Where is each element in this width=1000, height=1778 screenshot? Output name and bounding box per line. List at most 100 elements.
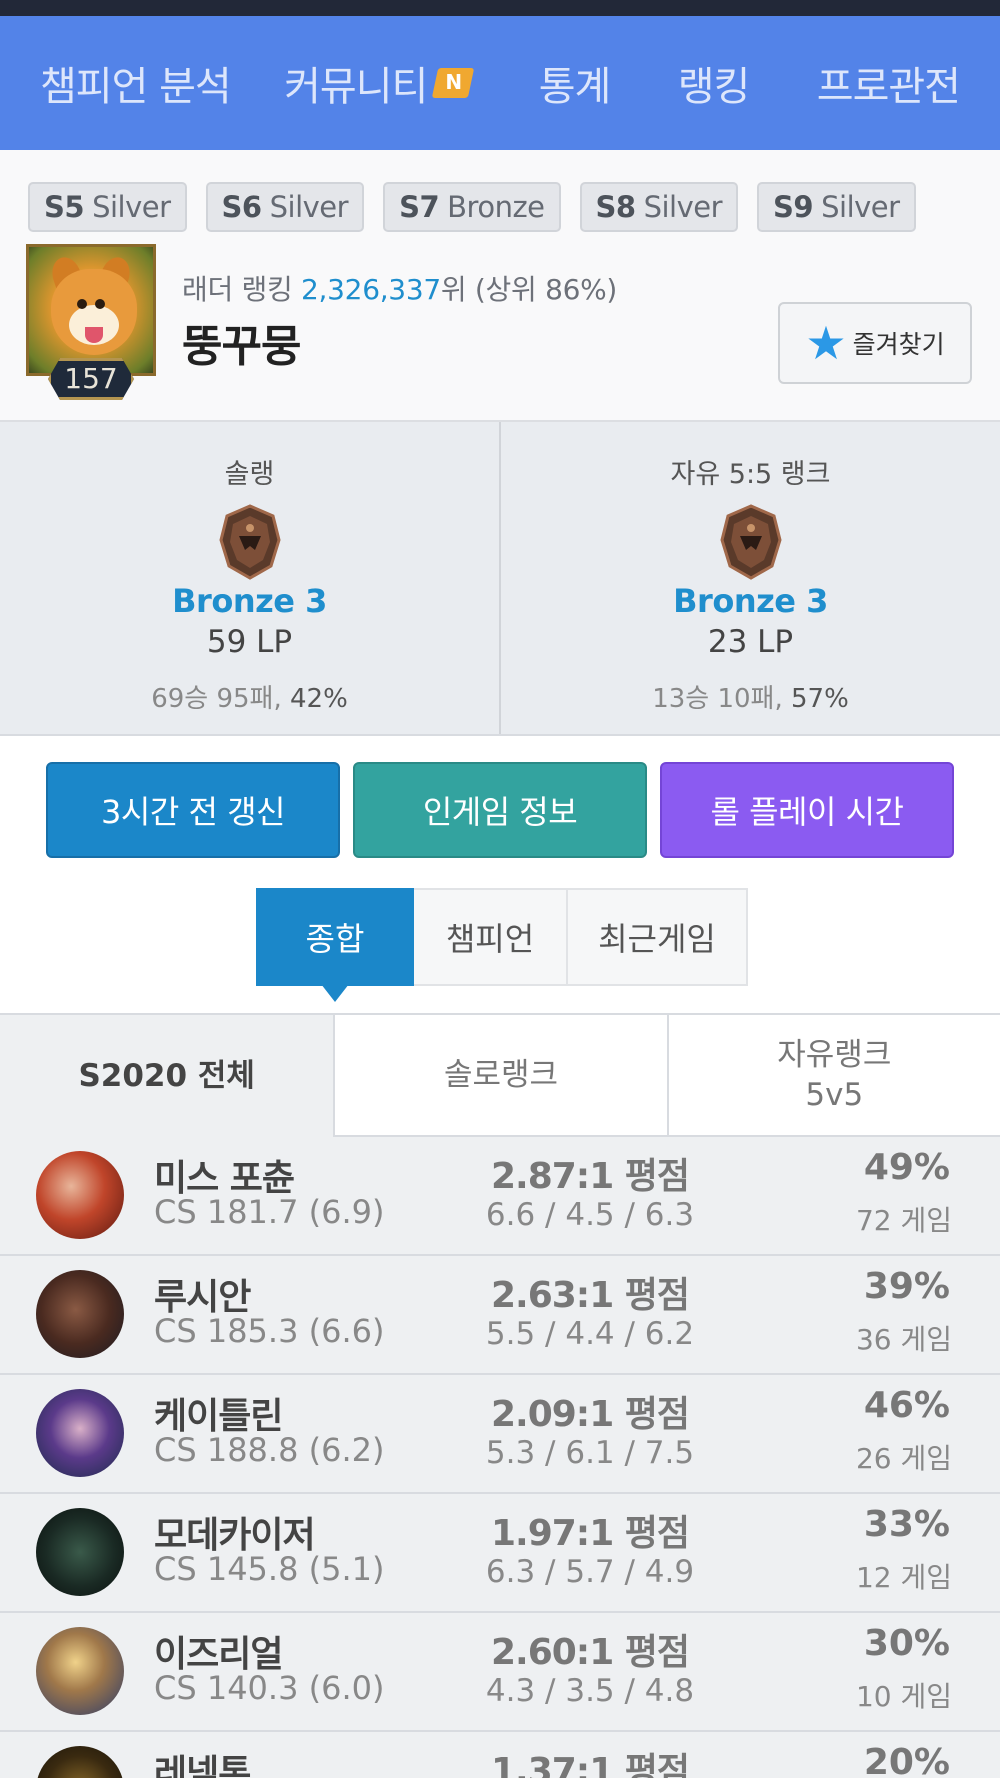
champion-portrait: [36, 1151, 124, 1239]
season-label: S7: [399, 190, 440, 224]
season-badge: S7 Bronze: [383, 182, 561, 232]
tab-recent-games[interactable]: 최근게임: [568, 888, 748, 986]
bronze-emblem-icon: [719, 504, 782, 580]
rank-queue-label: 솔랭: [224, 459, 275, 490]
season-tier: Bronze: [447, 190, 545, 224]
summoner-name: 뚱꾸뭉: [182, 321, 301, 372]
nav-statistics[interactable]: 통계: [538, 54, 612, 112]
new-badge-icon: N: [432, 68, 475, 98]
nav-label: 랭킹: [677, 64, 751, 110]
win-loss: 69승 95패,: [151, 684, 290, 714]
season-tier: Silver: [269, 190, 349, 224]
champion-games: 10 게임: [855, 1680, 952, 1713]
season-label: S6: [221, 190, 263, 224]
champion-games: 12 게임: [855, 1561, 952, 1594]
summoner-level: 157: [48, 358, 134, 400]
past-season-tiers: S5 Silver S6 Silver S7 Bronze S8 Silver S9 Si…: [28, 182, 916, 232]
champion-games: 26 게임: [855, 1442, 952, 1475]
action-buttons: 3시간 전 갱신 인게임 정보 롤 플레이 시간: [0, 762, 1000, 858]
profile-avatar: 157: [26, 244, 156, 400]
champion-row[interactable]: 모데카이저 CS 145.8 (5.1) 1.97:1 평점 6.3 / 5.7…: [0, 1494, 1000, 1613]
kda-ratio: 2.87:1 평점: [490, 1156, 690, 1197]
queue-tab-solo[interactable]: 솔로랭크: [333, 1015, 667, 1137]
role-play-time-button[interactable]: 롤 플레이 시간: [660, 762, 954, 858]
champion-row[interactable]: 이즈리얼 CS 140.3 (6.0) 2.60:1 평점 4.3 / 3.5 …: [0, 1613, 1000, 1732]
champion-winrate: 30%: [863, 1623, 950, 1664]
kda-detail: 5.3 / 6.1 / 7.5: [485, 1435, 695, 1471]
nav-champion-analysis[interactable]: 챔피언 분석: [40, 54, 232, 112]
champion-row[interactable]: 루시안 CS 185.3 (6.6) 2.63:1 평점 5.5 / 4.4 /…: [0, 1256, 1000, 1375]
refresh-button[interactable]: 3시간 전 갱신: [46, 762, 340, 858]
champion-portrait: [36, 1508, 124, 1596]
profile-icon-corgi: [26, 244, 156, 376]
nav-community[interactable]: 커뮤니티 N: [284, 54, 475, 112]
rank-record: 13승 10패, 57%: [501, 678, 1000, 715]
kda-ratio: 2.63:1 평점: [490, 1275, 690, 1316]
nav-label: 통계: [538, 64, 612, 110]
ladder-prefix: 래더 랭킹: [182, 273, 302, 306]
kda-ratio: 2.60:1 평점: [490, 1632, 690, 1673]
champion-games: 72 게임: [855, 1204, 952, 1237]
season-badge: S5 Silver: [28, 182, 187, 232]
ladder-rank-number[interactable]: 2,326,337: [301, 273, 441, 306]
rank-panels: 솔랭 Bronze 3 59 LP 69승 95패, 42% 자유 5:5 랭크…: [0, 422, 1000, 736]
champion-row[interactable]: 케이틀린 CS 188.8 (6.2) 2.09:1 평점 5.3 / 6.1 …: [0, 1375, 1000, 1494]
kda-detail: 6.3 / 5.7 / 4.9: [485, 1554, 695, 1590]
champion-winrate: 39%: [863, 1266, 950, 1307]
new-badge-label: N: [445, 70, 462, 94]
champion-cs: CS 140.3 (6.0): [154, 1669, 385, 1707]
season-tier: Silver: [92, 190, 171, 224]
rank-tier: Bronze 3: [673, 582, 828, 620]
win-rate: 42%: [290, 684, 348, 714]
champion-portrait: [36, 1627, 124, 1715]
favorite-button[interactable]: ★ 즐겨찾기: [778, 302, 972, 384]
ingame-info-button[interactable]: 인게임 정보: [353, 762, 647, 858]
star-icon: ★: [805, 316, 847, 370]
rank-lp: 59 LP: [206, 624, 293, 660]
kda-ratio: 2.09:1 평점: [490, 1394, 690, 1435]
season-tier: Silver: [643, 190, 723, 224]
champion-games: 36 게임: [855, 1323, 952, 1356]
champion-winrate: 49%: [863, 1147, 950, 1188]
season-badge: S9 Silver: [757, 182, 916, 232]
kda-detail: 5.5 / 4.4 / 6.2: [485, 1316, 695, 1352]
champion-row[interactable]: 레넥톤 1.37:1 평점 20%: [0, 1732, 1000, 1778]
champion-cs: CS 181.7 (6.9): [154, 1193, 385, 1231]
champion-row[interactable]: 미스 포츈 CS 181.7 (6.9) 2.87:1 평점 6.6 / 4.5…: [0, 1137, 1000, 1256]
tab-champions[interactable]: 챔피언: [414, 888, 568, 986]
solo-rank-panel: 솔랭 Bronze 3 59 LP 69승 95패, 42%: [0, 422, 499, 734]
flex-rank-panel: 자유 5:5 랭크 Bronze 3 23 LP 13승 10패, 57%: [499, 422, 1000, 734]
champion-winrate: 33%: [863, 1504, 950, 1545]
status-bar: [0, 0, 1000, 16]
season-badge: S8 Silver: [579, 182, 739, 232]
kda-ratio: 1.97:1 평점: [490, 1513, 690, 1554]
ladder-ranking: 래더 랭킹 2,326,337위 (상위 86%): [182, 268, 617, 308]
season-label: S5: [44, 190, 85, 224]
rank-queue-label: 자유 5:5 랭크: [670, 459, 831, 490]
champion-portrait: [36, 1270, 124, 1358]
nav-ranking[interactable]: 랭킹: [677, 54, 751, 112]
top-nav: 챔피언 분석 커뮤니티 N 통계 랭킹 프로관전: [0, 16, 1000, 150]
queue-tab-flex[interactable]: 자유랭크 5v5: [666, 1015, 1000, 1137]
season-badge: S6 Silver: [205, 182, 365, 232]
champion-cs: CS 185.3 (6.6): [154, 1312, 385, 1350]
rank-tier: Bronze 3: [172, 582, 327, 620]
kda-detail: 4.3 / 3.5 / 4.8: [485, 1673, 695, 1709]
champion-cs: CS 145.8 (5.1): [154, 1550, 385, 1588]
bronze-emblem-icon: [218, 504, 281, 580]
champion-portrait: [36, 1389, 124, 1477]
view-tabs: 종합 챔피언 최근게임: [256, 888, 748, 1002]
champion-winrate: 20%: [863, 1742, 950, 1778]
season-tier: Silver: [821, 190, 900, 224]
nav-pro-spectate[interactable]: 프로관전: [817, 54, 961, 112]
favorite-label: 즐겨찾기: [852, 330, 945, 359]
season-label: S8: [595, 190, 637, 224]
queue-tab-all[interactable]: S2020 전체: [0, 1015, 334, 1137]
rank-record: 69승 95패, 42%: [0, 678, 499, 715]
win-loss: 13승 10패,: [652, 684, 791, 714]
kda-ratio: 1.37:1 평점: [490, 1751, 690, 1778]
champion-stats-list: 미스 포츈 CS 181.7 (6.9) 2.87:1 평점 6.6 / 4.5…: [0, 1137, 1000, 1778]
champion-cs: CS 188.8 (6.2): [154, 1431, 385, 1469]
tab-summary[interactable]: 종합: [256, 888, 414, 1002]
nav-label: 커뮤니티: [284, 64, 428, 110]
